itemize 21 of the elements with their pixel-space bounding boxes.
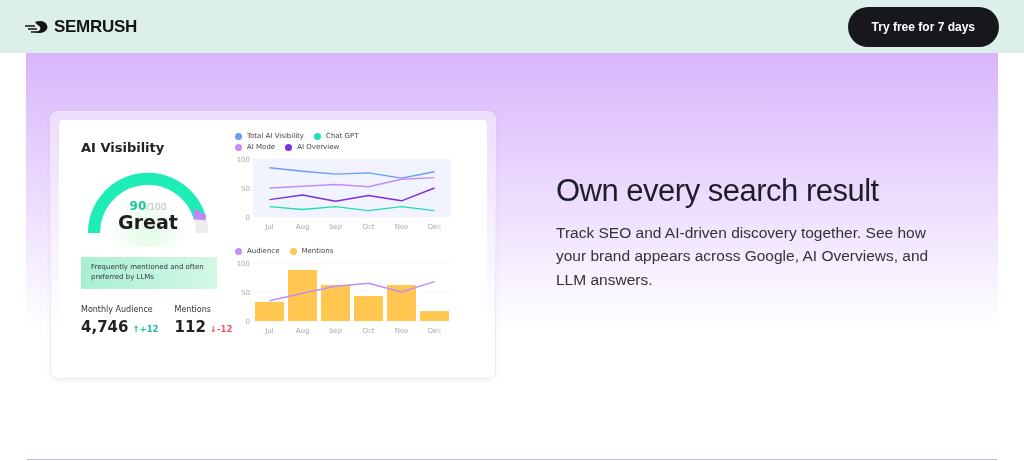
bar [354,296,383,321]
stat-change: ↑+12 [132,323,159,334]
stat-change: ↓-12 [209,323,233,334]
logo-text: SEMRUSH [54,16,137,37]
stat-label: Monthly Audience [81,304,154,314]
bar [387,285,416,321]
hero-text: Track SEO and AI-driven discovery together. See how your brand appears across Google, AI Overviews, and LLM answers. [556,223,930,290]
card-title: AI Visibility [81,140,166,155]
hero-heading: Own every search result [556,173,880,209]
score-value: 90 [129,199,147,213]
flame-logo-icon [25,19,49,34]
bar [321,285,350,321]
rating-label: Great [118,211,178,233]
stat-value: 4,746 [81,317,129,336]
try-free-button[interactable]: Try free for 7 days [847,6,999,47]
stat-value: 112 [174,317,206,336]
stat-label: Mentions [174,304,212,314]
score-max: /100 [146,202,167,212]
bar [288,269,317,321]
bar [420,311,449,321]
bar [255,301,284,321]
